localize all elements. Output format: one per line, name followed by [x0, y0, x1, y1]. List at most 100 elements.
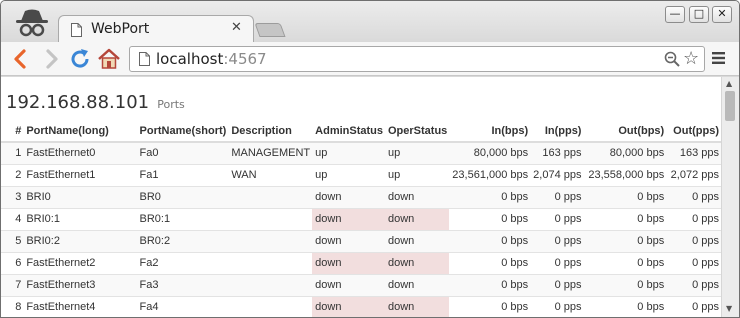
col-num: #: [1, 120, 24, 143]
new-tab-button[interactable]: [254, 23, 286, 37]
cell-in-bps: 0 bps: [449, 229, 531, 252]
cell-out-pps: 0 pps: [666, 295, 721, 317]
reload-icon[interactable]: [68, 47, 92, 71]
star-icon[interactable]: ☆: [683, 49, 699, 69]
cell-out-bps: 0 bps: [583, 251, 667, 274]
cell-description: [228, 185, 313, 208]
back-arrow-icon[interactable]: [9, 47, 33, 71]
cell-in-pps: 0 pps: [530, 295, 584, 317]
forward-arrow-icon[interactable]: [39, 47, 63, 71]
col-description: Description: [228, 120, 313, 143]
menu-icon[interactable]: [712, 52, 725, 64]
cell-num: 5: [1, 229, 24, 252]
cell-out-pps: 0 pps: [666, 207, 721, 230]
cell-description: [228, 273, 313, 296]
cell-out-pps: 0 pps: [666, 229, 721, 252]
cell-num: 1: [1, 141, 24, 164]
cell-out-bps: 0 bps: [583, 295, 667, 317]
cell-name-short: Fa4: [136, 295, 229, 317]
maximize-button[interactable]: □: [689, 6, 709, 23]
cell-out-bps: 23,558,000 bps: [583, 163, 667, 186]
cell-name-short: BR0: [136, 185, 229, 208]
page-title: 192.168.88.101 Ports: [6, 92, 185, 113]
cell-name-long: FastEthernet2: [23, 251, 137, 274]
cell-name-short: BR0:1: [136, 207, 229, 230]
cell-name-long: BRI0:2: [23, 229, 137, 252]
cell-out-pps: 0 pps: [666, 251, 721, 274]
cell-in-bps: 0 bps: [449, 295, 531, 317]
ports-table: # PortName(long) PortName(short) Descrip…: [1, 120, 721, 317]
cell-num: 8: [1, 295, 24, 317]
cell-num: 4: [1, 207, 24, 230]
scrollbar-thumb[interactable]: [725, 91, 735, 121]
cell-admin: down: [312, 207, 385, 230]
cell-name-long: FastEthernet0: [23, 141, 137, 164]
cell-oper: down: [385, 251, 450, 274]
cell-out-bps: 0 bps: [583, 229, 667, 252]
col-admin-status: AdminStatus: [312, 120, 385, 143]
cell-in-bps: 0 bps: [449, 207, 531, 230]
cell-in-pps: 0 pps: [530, 273, 584, 296]
col-in-bps: In(bps): [449, 120, 531, 143]
cell-num: 2: [1, 163, 24, 186]
tab-title: WebPort: [91, 21, 150, 37]
page-icon: [139, 52, 150, 66]
cell-name-long: FastEthernet4: [23, 295, 137, 317]
zoom-icon[interactable]: [664, 51, 680, 67]
cell-in-pps: 0 pps: [530, 251, 584, 274]
cell-in-bps: 80,000 bps: [449, 141, 531, 164]
col-name-short: PortName(short): [136, 120, 229, 143]
table-row: 2 FastEthernet1 Fa1 WAN up up 23,561,000 bps 2,…: [1, 163, 721, 186]
cell-name-short: Fa0: [136, 141, 229, 164]
cell-out-pps: 2,072 pps: [666, 163, 721, 186]
cell-name-long: BRI0: [23, 185, 137, 208]
cell-description: MANAGEMENT: [228, 141, 313, 164]
cell-name-long: FastEthernet1: [23, 163, 137, 186]
col-out-bps: Out(bps): [583, 120, 667, 143]
cell-out-pps: 0 pps: [666, 273, 721, 296]
home-icon[interactable]: [97, 47, 121, 71]
col-oper-status: OperStatus: [385, 120, 450, 143]
cell-name-short: Fa2: [136, 251, 229, 274]
cell-in-pps: 0 pps: [530, 229, 584, 252]
cell-in-pps: 0 pps: [530, 207, 584, 230]
vertical-scrollbar[interactable]: ▲ ▼: [721, 77, 739, 317]
address-bar[interactable]: localhost:4567 ☆: [129, 46, 705, 72]
tab-close-icon[interactable]: ✕: [231, 20, 242, 35]
table-row: 7 FastEthernet3 Fa3 down down 0 bps 0 pps 0 bps…: [1, 273, 721, 296]
cell-description: [228, 251, 313, 274]
device-ip: 192.168.88.101: [6, 92, 150, 113]
table-row: 4 BRI0:1 BR0:1 down down 0 bps 0 pps 0 bps 0 pps: [1, 207, 721, 230]
page-content: 192.168.88.101 Ports # PortName(long) Po…: [1, 77, 721, 317]
table-row: 8 FastEthernet4 Fa4 down down 0 bps 0 pps 0 bps…: [1, 295, 721, 317]
page-icon: [71, 23, 82, 37]
cell-oper: up: [385, 163, 450, 186]
page-subtitle: Ports: [157, 98, 185, 111]
col-in-pps: In(pps): [530, 120, 584, 143]
col-name-long: PortName(long): [23, 120, 137, 143]
table-row: 1 FastEthernet0 Fa0 MANAGEMENT up up 80,000 bp…: [1, 141, 721, 164]
cell-oper: down: [385, 273, 450, 296]
close-window-button[interactable]: ✕: [712, 6, 732, 23]
incognito-icon: [16, 9, 48, 37]
table-row: 5 BRI0:2 BR0:2 down down 0 bps 0 pps 0 bps 0 pps: [1, 229, 721, 252]
cell-description: [228, 295, 313, 317]
scroll-up-arrow-icon[interactable]: ▲: [726, 79, 732, 88]
cell-in-bps: 0 bps: [449, 251, 531, 274]
cell-description: [228, 229, 313, 252]
scroll-down-arrow-icon[interactable]: ▼: [726, 304, 732, 313]
cell-name-short: BR0:2: [136, 229, 229, 252]
table-row: 3 BRI0 BR0 down down 0 bps 0 pps 0 bps 0 pps: [1, 185, 721, 208]
cell-in-bps: 23,561,000 bps: [449, 163, 531, 186]
url-host: localhost: [156, 50, 224, 68]
cell-admin: down: [312, 251, 385, 274]
cell-out-bps: 80,000 bps: [583, 141, 667, 164]
cell-oper: down: [385, 185, 450, 208]
cell-num: 6: [1, 251, 24, 274]
tab-webport[interactable]: WebPort ✕: [58, 15, 254, 42]
title-bar: WebPort ✕ — □ ✕: [1, 1, 739, 42]
minimize-button[interactable]: —: [665, 6, 685, 23]
cell-name-long: FastEthernet3: [23, 273, 137, 296]
ports-table-body: 1 FastEthernet0 Fa0 MANAGEMENT up up 80,000 bp…: [1, 141, 721, 317]
url-text: localhost:4567: [156, 50, 267, 68]
